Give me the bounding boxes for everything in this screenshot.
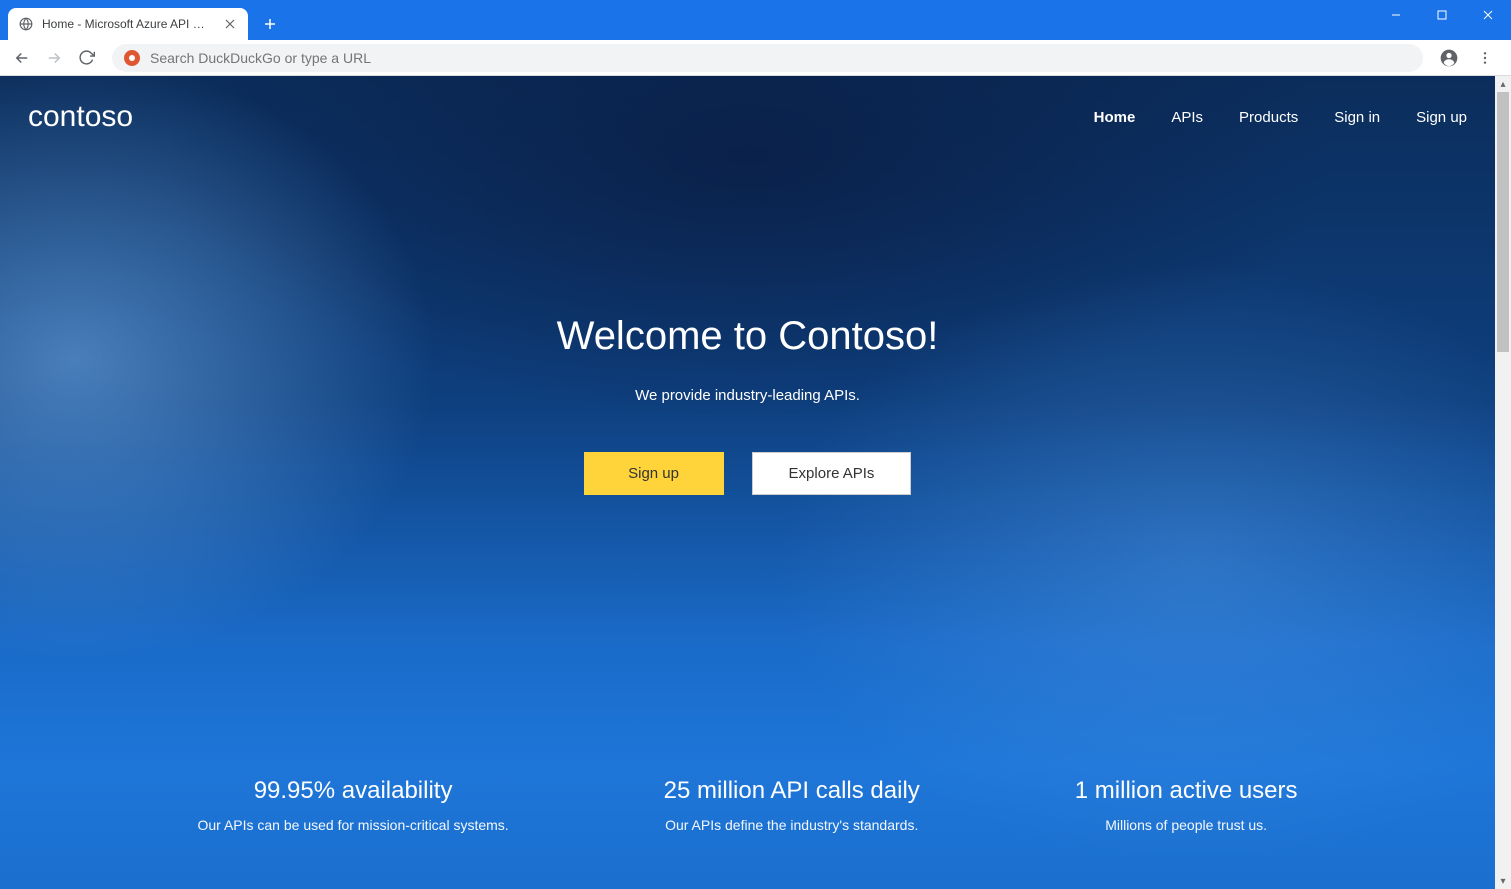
hero-title: Welcome to Contoso! — [0, 314, 1495, 359]
feature-availability: 99.95% availability Our APIs can be used… — [197, 777, 508, 833]
cta-row: Sign up Explore APIs — [0, 452, 1495, 495]
tab-strip: Home - Microsoft Azure API Man — [0, 0, 284, 40]
feature-title: 1 million active users — [1075, 777, 1298, 805]
feature-title: 25 million API calls daily — [664, 777, 920, 805]
browser-titlebar: Home - Microsoft Azure API Man — [0, 0, 1511, 40]
signup-button[interactable]: Sign up — [584, 452, 724, 495]
browser-tab[interactable]: Home - Microsoft Azure API Man — [8, 8, 248, 40]
browser-toolbar — [0, 40, 1511, 76]
scrollbar-thumb[interactable] — [1497, 92, 1509, 352]
features-row: 99.95% availability Our APIs can be used… — [0, 777, 1495, 833]
kebab-menu-button[interactable] — [1471, 44, 1499, 72]
feature-desc: Our APIs define the industry's standards… — [664, 817, 920, 833]
nav-home[interactable]: Home — [1094, 109, 1136, 126]
reload-button[interactable] — [72, 44, 100, 72]
omnibox-input[interactable] — [150, 50, 1411, 66]
nav-apis[interactable]: APIs — [1171, 109, 1203, 126]
tab-title: Home - Microsoft Azure API Man — [42, 17, 214, 31]
feature-desc: Millions of people trust us. — [1075, 817, 1298, 833]
address-bar[interactable] — [112, 44, 1423, 72]
scroll-up-icon[interactable]: ▴ — [1495, 76, 1511, 92]
feature-desc: Our APIs can be used for mission-critica… — [197, 817, 508, 833]
profile-button[interactable] — [1435, 44, 1463, 72]
duckduckgo-icon — [124, 50, 140, 66]
close-icon[interactable] — [222, 16, 238, 32]
new-tab-button[interactable] — [256, 10, 284, 38]
feature-calls: 25 million API calls daily Our APIs defi… — [664, 777, 920, 833]
nav-signup[interactable]: Sign up — [1416, 109, 1467, 126]
feature-title: 99.95% availability — [197, 777, 508, 805]
close-window-button[interactable] — [1465, 0, 1511, 30]
site-header: contoso Home APIs Products Sign in Sign … — [0, 76, 1495, 134]
back-button[interactable] — [8, 44, 36, 72]
explore-apis-button[interactable]: Explore APIs — [752, 452, 912, 495]
feature-users: 1 million active users Millions of peopl… — [1075, 777, 1298, 833]
forward-button[interactable] — [40, 44, 68, 72]
scroll-down-icon[interactable]: ▾ — [1495, 873, 1511, 889]
globe-icon — [18, 16, 34, 32]
hero: Welcome to Contoso! We provide industry-… — [0, 314, 1495, 495]
nav-signin[interactable]: Sign in — [1334, 109, 1380, 126]
maximize-button[interactable] — [1419, 0, 1465, 30]
page-content: contoso Home APIs Products Sign in Sign … — [0, 76, 1495, 889]
nav-products[interactable]: Products — [1239, 109, 1298, 126]
minimize-button[interactable] — [1373, 0, 1419, 30]
viewport: contoso Home APIs Products Sign in Sign … — [0, 76, 1511, 889]
main-nav: Home APIs Products Sign in Sign up — [1094, 109, 1467, 126]
window-controls — [1373, 0, 1511, 30]
hero-tagline: We provide industry-leading APIs. — [0, 387, 1495, 404]
scrollbar-track[interactable]: ▴ ▾ — [1495, 76, 1511, 889]
brand-logo[interactable]: contoso — [28, 100, 133, 134]
